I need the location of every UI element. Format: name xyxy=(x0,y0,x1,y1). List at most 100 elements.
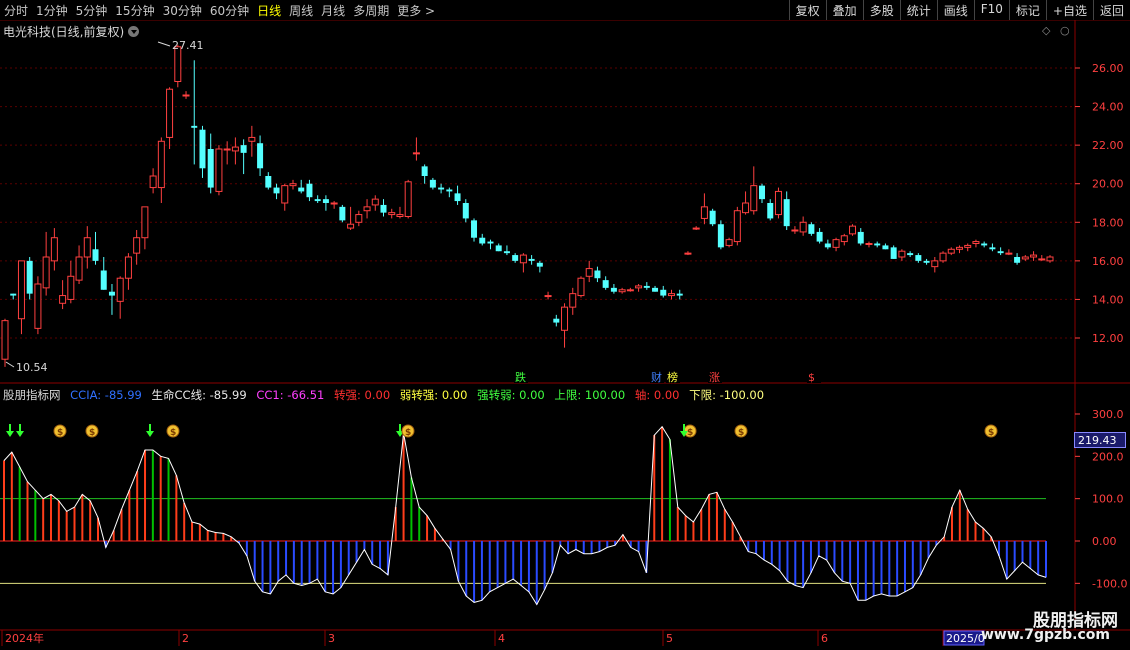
period-tab-4[interactable]: 30分钟 xyxy=(163,4,202,18)
period-tab-2[interactable]: 5分钟 xyxy=(76,4,108,18)
candle-body xyxy=(635,285,643,289)
candle-body xyxy=(355,214,363,223)
candle-body xyxy=(462,203,469,219)
period-tab-8[interactable]: 月线 xyxy=(321,4,345,18)
chevron-down-icon[interactable] xyxy=(128,26,140,37)
candle-body xyxy=(652,287,659,292)
candle-body xyxy=(231,146,239,152)
candle-body xyxy=(141,206,149,239)
candle-body xyxy=(1,320,9,360)
stock-chart[interactable]: 27.4110.54 26.0024.0022.0020.0018.0016.0… xyxy=(0,0,1130,650)
toolbar-button-1[interactable]: 叠加 xyxy=(825,0,863,20)
candle-body xyxy=(947,248,955,254)
period-tab-6[interactable]: 日线 xyxy=(257,4,281,18)
candle-body xyxy=(972,241,980,244)
candle-body xyxy=(92,249,99,261)
life-cc-value: 生命CC线: -85.99 xyxy=(151,388,247,402)
candle-body xyxy=(191,125,198,128)
candle-body xyxy=(26,260,33,294)
candle-body xyxy=(429,179,436,188)
toolbar-button-4[interactable]: 画线 xyxy=(936,0,974,20)
candle-body xyxy=(339,206,346,221)
period-tab-0[interactable]: 分时 xyxy=(4,4,28,18)
candle-body xyxy=(471,220,478,238)
indicator-tick-label: 0.00 xyxy=(1092,535,1117,548)
diamond-icon[interactable]: ◇ xyxy=(1042,24,1050,37)
indicator-tick-label: -100.0 xyxy=(1092,577,1127,590)
period-tab-3[interactable]: 15分钟 xyxy=(115,4,154,18)
candle-body xyxy=(487,241,494,244)
event-tag-bg xyxy=(650,370,664,383)
candle-body xyxy=(709,210,716,225)
candle-body xyxy=(1038,258,1046,261)
period-tab-7[interactable]: 周线 xyxy=(289,4,313,18)
candle-body xyxy=(667,293,675,297)
money-bag-icon xyxy=(166,424,180,438)
toolbar-button-0[interactable]: 复权 xyxy=(788,0,826,20)
candle-body xyxy=(347,223,355,229)
candle-body xyxy=(964,244,972,248)
price-tick-label: 12.00 xyxy=(1092,332,1124,345)
candlestick-series: 27.41 10.54 xyxy=(1,39,1054,374)
candle-body xyxy=(602,280,609,288)
period-tab-10[interactable]: 更多 > xyxy=(397,4,435,18)
toolbar-button-2[interactable]: 多股 xyxy=(862,0,900,20)
circle-icon[interactable]: ○ xyxy=(1060,24,1070,37)
toolbar-button-6[interactable]: 标记 xyxy=(1008,0,1046,20)
candle-body xyxy=(865,243,873,245)
top-toolbar: 分时 1分钟 5分钟 15分钟 30分钟 60分钟 日线 周线 月线 多周期 更多 > 复权 叠加 多股… xyxy=(0,0,1130,21)
money-bag-symbol: $ xyxy=(738,428,744,438)
candle-body xyxy=(717,224,724,248)
period-tab-5[interactable]: 60分钟 xyxy=(210,4,249,18)
candle-body xyxy=(273,187,280,194)
candle-body xyxy=(306,183,313,198)
candle-body xyxy=(750,185,758,212)
candle-body xyxy=(824,243,831,248)
candle-body xyxy=(553,318,560,323)
candle-body xyxy=(610,287,617,292)
candle-body xyxy=(676,293,683,296)
period-tab-9[interactable]: 多周期 xyxy=(353,4,389,18)
current-value-badge: 219.43 xyxy=(1074,432,1126,448)
lower-value: 下限: -100.00 xyxy=(689,388,765,402)
candle-body xyxy=(890,247,897,259)
candle-body xyxy=(380,204,387,213)
candle-body xyxy=(322,199,329,203)
upper-value: 上限: 100.00 xyxy=(554,388,626,402)
time-label: 5 xyxy=(666,632,673,645)
candle-body xyxy=(857,231,864,244)
candle-body xyxy=(265,176,272,188)
toolbar-button-7[interactable]: +自选 xyxy=(1045,0,1093,20)
candle-body xyxy=(223,148,231,151)
cc1-value: CC1: -66.51 xyxy=(256,388,325,402)
qzr-value: 强转弱: 0.00 xyxy=(477,388,545,402)
stock-title[interactable]: 电光科技(日线,前复权) xyxy=(3,23,140,40)
candle-body xyxy=(742,202,750,214)
candle-body xyxy=(1005,252,1013,255)
candle-body xyxy=(174,46,182,82)
low-pointer xyxy=(5,361,15,368)
indicator-name[interactable]: 股朋指标网 xyxy=(3,388,61,402)
money-bag-symbol: $ xyxy=(170,428,176,438)
candle-body xyxy=(108,291,115,296)
toolbar-button-8[interactable]: 返回 xyxy=(1092,0,1130,20)
candle-body xyxy=(124,256,132,279)
toolbar-button-3[interactable]: 统计 xyxy=(899,0,937,20)
candle-body xyxy=(643,285,650,288)
candle-body xyxy=(692,227,700,230)
candle-body xyxy=(330,202,338,205)
candle-body xyxy=(528,258,535,261)
candle-body xyxy=(289,183,297,187)
candle-body xyxy=(363,206,371,212)
candle-body xyxy=(939,252,947,262)
period-tab-1[interactable]: 1分钟 xyxy=(36,4,68,18)
money-bag-icon xyxy=(984,424,998,438)
toolbar-button-5[interactable]: F10 xyxy=(973,0,1009,20)
high-pointer xyxy=(157,41,171,47)
price-tick-label: 14.00 xyxy=(1092,293,1124,306)
time-label: 4 xyxy=(498,632,505,645)
axis-value: 轴: 0.00 xyxy=(634,388,680,402)
candle-body xyxy=(495,245,502,252)
candle-body xyxy=(585,268,593,277)
candle-body xyxy=(536,262,543,267)
